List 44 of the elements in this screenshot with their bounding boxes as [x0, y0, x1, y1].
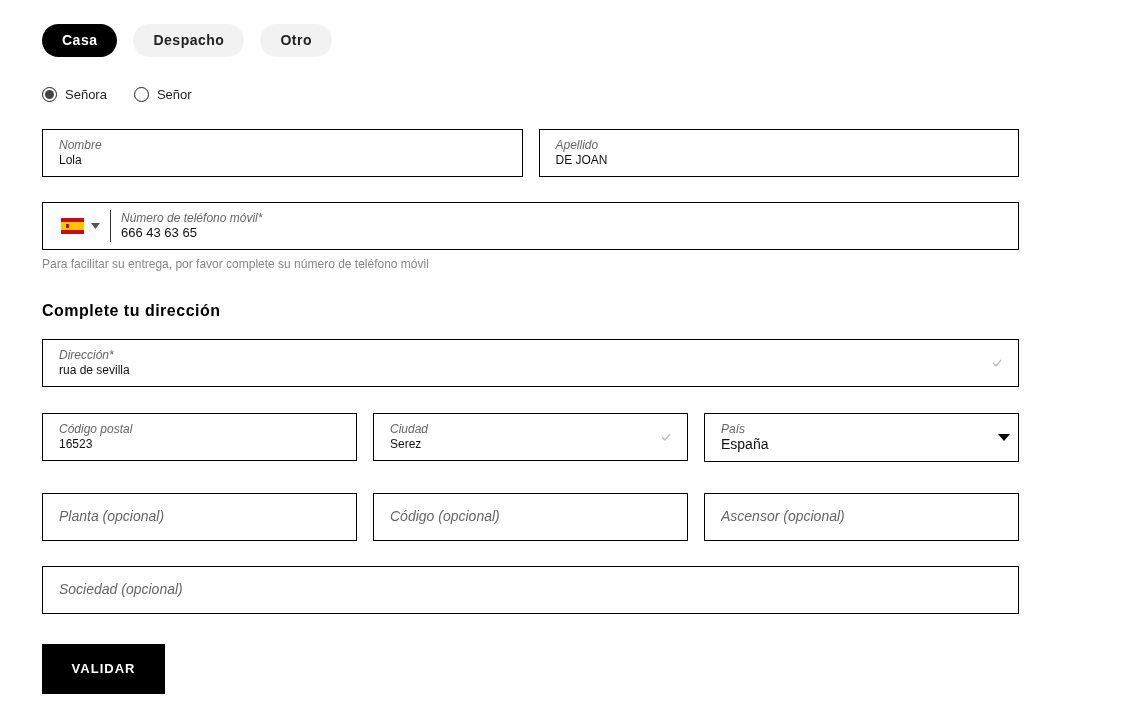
text-input[interactable]: 16523 [59, 435, 340, 452]
section-title: Complete tu dirección [42, 300, 222, 321]
text-field[interactable]: Código postal 16523 [42, 412, 357, 461]
address-type-tab[interactable]: Casa [42, 24, 118, 57]
text-input[interactable]: España [721, 436, 998, 452]
salutation-radio[interactable]: Señora [42, 85, 107, 105]
text-field[interactable]: Apellido DE JOAN [538, 128, 1019, 177]
text-input[interactable]: rua de sevilla [59, 361, 992, 378]
text-field[interactable]: Planta (opcional) [42, 492, 357, 541]
salutation-label: Señora [65, 86, 107, 104]
field-label: Ciudad [390, 421, 430, 436]
text-input[interactable]: Sociedad (opcional) [59, 581, 1002, 598]
phone-field[interactable]: Número de teléfono móvil* 666 43 63 65 [42, 201, 1019, 250]
field-label: Nombre [59, 137, 103, 152]
check-icon [661, 432, 671, 441]
text-input[interactable]: Planta (opcional) [59, 508, 340, 525]
country-select[interactable]: País España [704, 412, 1019, 462]
text-field[interactable]: Código (opcional) [373, 492, 688, 541]
field-label: Número de teléfono móvil* [121, 210, 264, 225]
text-input[interactable]: Lola [59, 151, 506, 168]
caret-icon [91, 222, 100, 229]
phone-hint: Para facilitar su entrega, por favor complete su número de teléfono móvil [42, 255, 430, 273]
check-icon [992, 358, 1002, 367]
address-type-tab[interactable]: Otro [260, 24, 332, 57]
field-label: Código postal [59, 421, 134, 436]
address-type-tab[interactable]: Despacho [133, 24, 245, 57]
text-field[interactable]: Ascensor (opcional) [704, 492, 1019, 541]
caret-icon [998, 433, 1010, 441]
text-input[interactable]: 666 43 63 65 [121, 224, 1002, 241]
autocomplete-field[interactable]: Dirección* rua de sevilla [42, 338, 1019, 387]
field-label: Dirección* [59, 347, 115, 362]
autocomplete-field[interactable]: Ciudad Serez [373, 412, 688, 461]
text-input[interactable]: Ascensor (opcional) [721, 508, 1002, 525]
text-input[interactable]: Código (opcional) [390, 508, 671, 525]
text-input[interactable]: DE JOAN [555, 151, 1002, 168]
field-label: Apellido [555, 137, 600, 152]
validate-button[interactable]: VALIDAR [42, 643, 165, 694]
field-label: País [721, 422, 746, 436]
flag-icon [61, 217, 84, 234]
salutation-label: Señor [156, 86, 192, 104]
salutation-radio[interactable]: Señor [133, 85, 192, 105]
text-field[interactable]: Nombre Lola [42, 128, 523, 177]
text-field[interactable]: Sociedad (opcional) [42, 565, 1019, 614]
text-input[interactable]: Serez [390, 435, 661, 452]
